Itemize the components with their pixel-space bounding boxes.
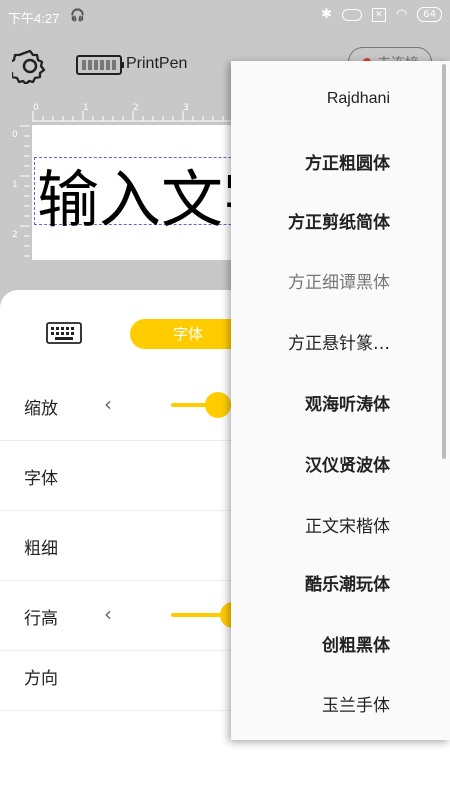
sim-icon: ✕: [371, 7, 386, 22]
ruler-label: 2: [12, 230, 18, 240]
keyboard-icon[interactable]: [46, 322, 82, 344]
font-dropdown-menu: Rajdhani 方正粗圆体 方正剪纸简体 方正细谭黑体 方正悬针篆… 观海听涛…: [231, 61, 450, 740]
battery-level: 64: [417, 7, 442, 22]
bluetooth-icon: ✱: [321, 7, 332, 22]
font-option[interactable]: 玉兰手体: [322, 691, 390, 716]
ruler-label: 0: [12, 130, 18, 140]
row-label: 方向: [24, 669, 58, 689]
chevron-left-icon[interactable]: ‹: [104, 602, 112, 626]
font-option[interactable]: 方正剪纸简体: [288, 208, 390, 233]
wifi-icon: ◠: [395, 7, 408, 22]
row-label: 粗细: [24, 539, 58, 559]
status-time: 下午4:27: [8, 11, 60, 26]
battery-saver-icon: [341, 8, 362, 21]
zoom-slider-knob[interactable]: [205, 392, 231, 418]
font-option[interactable]: 方正细谭黑体: [288, 268, 390, 293]
ruler-label: 2: [133, 103, 139, 113]
vertical-ruler: 0 1 2: [12, 125, 30, 257]
row-label: 行高: [24, 609, 58, 629]
chevron-left-icon[interactable]: ‹: [104, 392, 112, 416]
font-option[interactable]: 方正粗圆体: [305, 149, 390, 174]
tab-font[interactable]: 字体: [130, 319, 246, 349]
device-battery-icon: [76, 55, 124, 75]
ruler-label: 0: [33, 103, 39, 113]
font-option[interactable]: 创粗黑体: [322, 631, 390, 656]
font-option[interactable]: 观海听涛体: [305, 390, 390, 415]
row-label: 缩放: [24, 399, 58, 419]
font-option[interactable]: 汉仪贤波体: [305, 451, 390, 476]
row-label: 字体: [24, 469, 58, 489]
font-option[interactable]: 酷乐潮玩体: [305, 570, 390, 595]
ruler-label: 1: [12, 180, 18, 190]
font-option[interactable]: 方正悬针篆…: [288, 329, 390, 354]
font-option[interactable]: 正文宋楷体: [305, 512, 390, 537]
ruler-label: 1: [83, 103, 89, 113]
dropdown-scrollbar[interactable]: [442, 64, 446, 459]
status-bar: 下午4:27 🎧 ✱ ✕ ◠ 64: [0, 0, 450, 32]
font-option[interactable]: Rajdhani: [327, 90, 390, 108]
device-name: PrintPen: [126, 55, 188, 72]
gear-icon[interactable]: [12, 48, 48, 84]
headphone-icon: 🎧: [70, 8, 85, 22]
ruler-label: 3: [183, 103, 189, 113]
